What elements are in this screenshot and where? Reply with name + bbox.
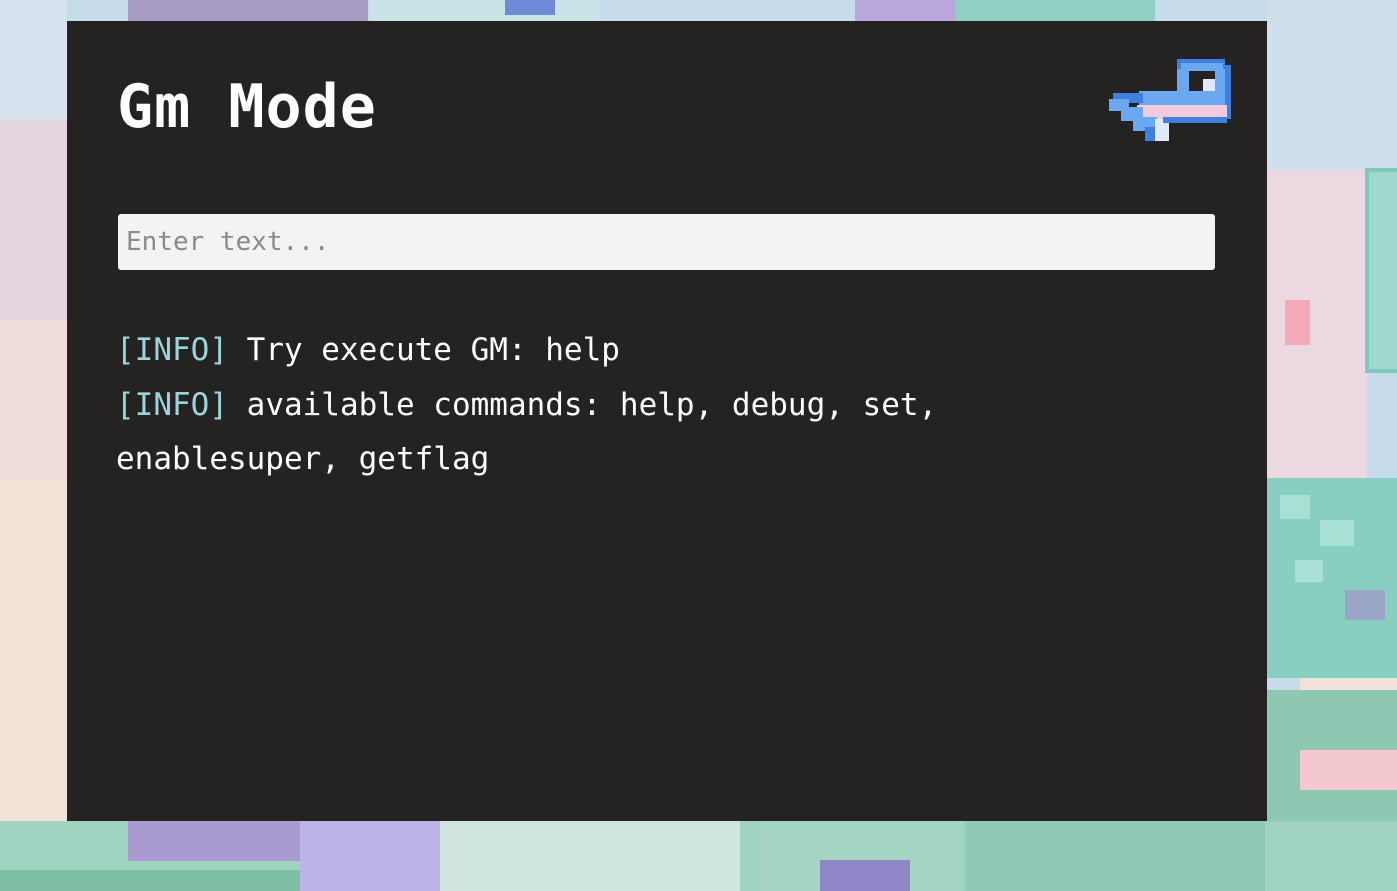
- console-log: [INFO] Try execute GM: help [INFO] avail…: [116, 323, 1176, 487]
- log-line: [INFO] Try execute GM: help: [116, 323, 1176, 378]
- gm-mode-panel: Gm Mode [INFO] Try execute GM: help: [67, 21, 1267, 821]
- return-arrow-icon: [1109, 59, 1231, 141]
- log-tag: [INFO]: [116, 386, 228, 423]
- log-message: available commands: help, debug, set, en…: [116, 386, 938, 478]
- log-line: [INFO] available commands: help, debug, …: [116, 378, 1176, 487]
- back-button[interactable]: [1107, 55, 1233, 151]
- command-input[interactable]: [118, 214, 1215, 270]
- panel-title: Gm Mode: [117, 72, 377, 142]
- log-tag: [INFO]: [116, 332, 228, 368]
- log-message: Try execute GM: help: [246, 332, 620, 368]
